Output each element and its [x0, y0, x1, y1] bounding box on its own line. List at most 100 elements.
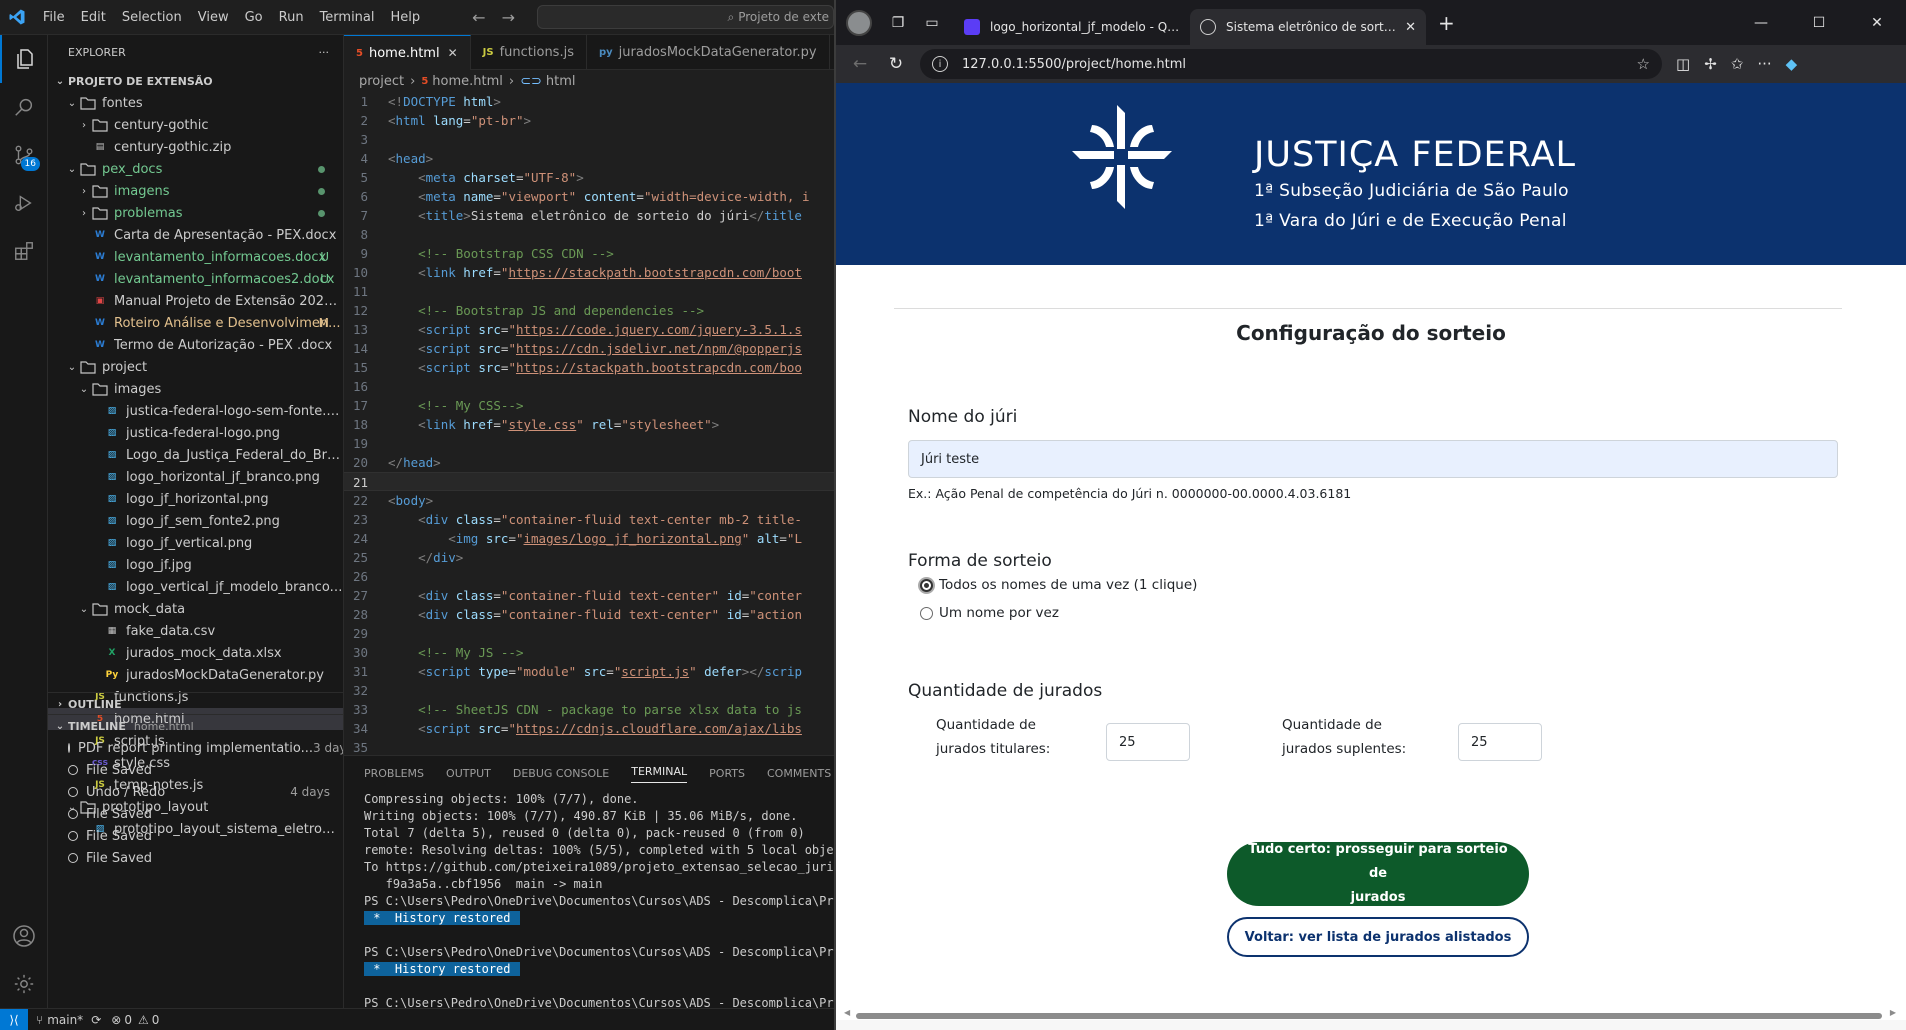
tree-item[interactable]: W Roteiro Análise e Desenvolvimen... M: [48, 312, 343, 334]
source-control-icon[interactable]: 16: [0, 131, 48, 179]
new-tab-icon[interactable]: +: [1438, 11, 1455, 35]
maximize-button[interactable]: ☐: [1790, 15, 1848, 31]
remote-indicator-icon[interactable]: ⟩⟨: [0, 1008, 28, 1030]
radio-one-by-one[interactable]: [920, 606, 933, 620]
editor-tab[interactable]: py juradosMockDataGenerator.py: [587, 35, 830, 70]
project-root-section[interactable]: ⌄ PROJETO DE EXTENSÃO: [48, 70, 343, 92]
more-menu-icon[interactable]: ···: [1757, 55, 1771, 73]
menu-item-file[interactable]: File: [35, 0, 73, 35]
run-debug-icon[interactable]: [0, 179, 48, 227]
refresh-icon[interactable]: ↻: [878, 54, 914, 74]
menu-item-view[interactable]: View: [190, 0, 237, 35]
more-actions-icon[interactable]: ···: [319, 46, 330, 59]
tree-item[interactable]: ⌄ project: [48, 356, 343, 378]
site-info-icon[interactable]: i: [932, 56, 948, 72]
option-all-at-once[interactable]: Todos os nomes de uma vez (1 clique): [920, 577, 1197, 593]
timeline-item[interactable]: PDF report printing implementatio... 3 da…: [48, 737, 343, 759]
timeline-item[interactable]: File Saved: [48, 759, 343, 781]
timeline-item[interactable]: Undo / Redo 4 days: [48, 781, 343, 803]
tree-item[interactable]: ⌄ pex_docs: [48, 158, 343, 180]
option-all-label[interactable]: Todos os nomes de uma vez (1 clique): [939, 577, 1197, 593]
accounts-icon[interactable]: [0, 912, 48, 960]
tree-item[interactable]: Wlevantamento_informacoes2.docx U: [48, 268, 343, 290]
editor-tab[interactable]: JS functions.js: [471, 35, 587, 70]
back-arrow-icon[interactable]: ←: [842, 54, 878, 74]
option-one-label[interactable]: Um nome por vez: [939, 605, 1059, 621]
tree-item[interactable]: Xjurados_mock_data.xlsx: [48, 642, 343, 664]
tree-item[interactable]: ▦ fake_data.csv: [48, 620, 343, 642]
explorer-files-icon[interactable]: [0, 35, 48, 83]
jury-name-input[interactable]: Júri teste: [908, 440, 1838, 478]
horizontal-scrollbar[interactable]: ◀ ▶: [844, 1008, 1896, 1019]
settings-gear-icon[interactable]: [0, 960, 48, 1008]
tree-item[interactable]: W Carta de Apresentação - PEX.docx: [48, 224, 343, 246]
url-text[interactable]: 127.0.0.1:5500/project/home.html: [962, 57, 1186, 72]
breadcrumb-symbol[interactable]: html: [546, 74, 576, 89]
panel-tab-output[interactable]: OUTPUT: [446, 767, 491, 780]
tree-item[interactable]: › problemas: [48, 202, 343, 224]
tree-item[interactable]: ▨ logo_jf.jpg: [48, 554, 343, 576]
menu-item-help[interactable]: Help: [383, 0, 429, 35]
tree-item[interactable]: › imagens: [48, 180, 343, 202]
tree-item[interactable]: ▨ logo_jf_sem_fonte2.png: [48, 510, 343, 532]
breadcrumb-file[interactable]: home.html: [432, 74, 503, 89]
option-one-by-one[interactable]: Um nome por vez: [920, 605, 1059, 621]
tree-item[interactable]: Py juradosMockDataGenerator.py: [48, 664, 343, 686]
tab-actions-icon[interactable]: ▭: [918, 9, 946, 37]
sync-icon[interactable]: ⟳: [91, 1013, 101, 1027]
extensions-icon[interactable]: ✢: [1704, 55, 1717, 73]
tree-item[interactable]: ⌄ mock_data: [48, 598, 343, 620]
timeline-item[interactable]: File Saved: [48, 803, 343, 825]
close-tab-icon[interactable]: ✕: [1405, 20, 1416, 35]
scrollbar-thumb[interactable]: [856, 1013, 1882, 1019]
tree-item[interactable]: ▨ logo_jf_vertical.png: [48, 532, 343, 554]
menu-item-go[interactable]: Go: [237, 0, 271, 35]
forward-arrow-icon[interactable]: →: [502, 8, 515, 27]
tree-item[interactable]: ▨ logo_horizontal_jf_branco.png: [48, 466, 343, 488]
favorites-icon[interactable]: ✩: [1731, 55, 1744, 73]
address-bar[interactable]: i 127.0.0.1:5500/project/home.html ☆: [920, 49, 1662, 79]
back-to-list-button[interactable]: Voltar: ver lista de jurados alistados: [1227, 917, 1529, 957]
proceed-button[interactable]: Tudo certo: prosseguir para sorteio de j…: [1227, 842, 1529, 906]
close-window-button[interactable]: ✕: [1848, 15, 1906, 31]
terminal-output[interactable]: Compressing objects: 100% (7/7), done. Wr…: [344, 791, 834, 1008]
tree-item[interactable]: ⌄ images: [48, 378, 343, 400]
panel-tab-ports[interactable]: PORTS: [709, 767, 745, 780]
tree-item[interactable]: ▨ logo_vertical_jf_modelo_branco.png: [48, 576, 343, 598]
timeline-item[interactable]: File Saved: [48, 847, 343, 869]
menu-item-selection[interactable]: Selection: [114, 0, 190, 35]
copilot-icon[interactable]: ◆: [1786, 55, 1798, 73]
menu-item-edit[interactable]: Edit: [73, 0, 114, 35]
back-arrow-icon[interactable]: ←: [472, 8, 485, 27]
timeline-header[interactable]: ⌄ TIMELINE home.html: [48, 715, 343, 737]
panel-tab-comments[interactable]: COMMENTS: [767, 767, 831, 780]
editor-tab[interactable]: 5 home.html ✕: [344, 35, 471, 70]
scroll-right-icon[interactable]: ▶: [1890, 1008, 1896, 1017]
browser-tab[interactable]: logo_horizontal_jf_modelo - Quad: [954, 9, 1190, 45]
command-center[interactable]: ⌕ Projeto de exte: [536, 5, 834, 29]
extensions-icon[interactable]: [0, 227, 48, 275]
tree-item[interactable]: ▨ justica-federal-logo.png: [48, 422, 343, 444]
minimize-button[interactable]: —: [1732, 15, 1790, 31]
close-tab-icon[interactable]: ✕: [448, 46, 458, 60]
workspaces-icon[interactable]: ❐: [884, 9, 912, 37]
tree-item[interactable]: ▨ logo_jf_horizontal.png: [48, 488, 343, 510]
profile-avatar[interactable]: [846, 9, 872, 36]
branch-name[interactable]: main*: [47, 1013, 83, 1027]
panel-tab-debug-console[interactable]: DEBUG CONSOLE: [513, 767, 609, 780]
tree-item[interactable]: ▨ justica-federal-logo-sem-fonte.png: [48, 400, 343, 422]
split-screen-icon[interactable]: ◫: [1676, 55, 1690, 73]
tree-item[interactable]: ▨ Logo_da_Justiça_Federal_do_Brasil.jpg: [48, 444, 343, 466]
tree-item[interactable]: ⌄ fontes: [48, 92, 343, 114]
error-count[interactable]: 0: [124, 1013, 132, 1027]
code-editor[interactable]: 1 <!DOCTYPE html> 2 <html lang="pt-br"> 3 4 <h…: [344, 92, 834, 755]
browser-tab[interactable]: Sistema eletrônico de sorteio do j ✕: [1190, 9, 1426, 45]
tree-item[interactable]: ▤ century-gothic.zip: [48, 136, 343, 158]
tree-item[interactable]: › century-gothic: [48, 114, 343, 136]
panel-tab-problems[interactable]: PROBLEMS: [364, 767, 424, 780]
tree-item[interactable]: ▣ Manual Projeto de Extensão 2024.pdf: [48, 290, 343, 312]
breadcrumb-folder[interactable]: project: [359, 74, 404, 89]
titulares-input[interactable]: 25: [1106, 723, 1190, 761]
panel-tab-terminal[interactable]: TERMINAL: [631, 765, 688, 783]
tree-item[interactable]: Wlevantamento_informacoes.docx U: [48, 246, 343, 268]
